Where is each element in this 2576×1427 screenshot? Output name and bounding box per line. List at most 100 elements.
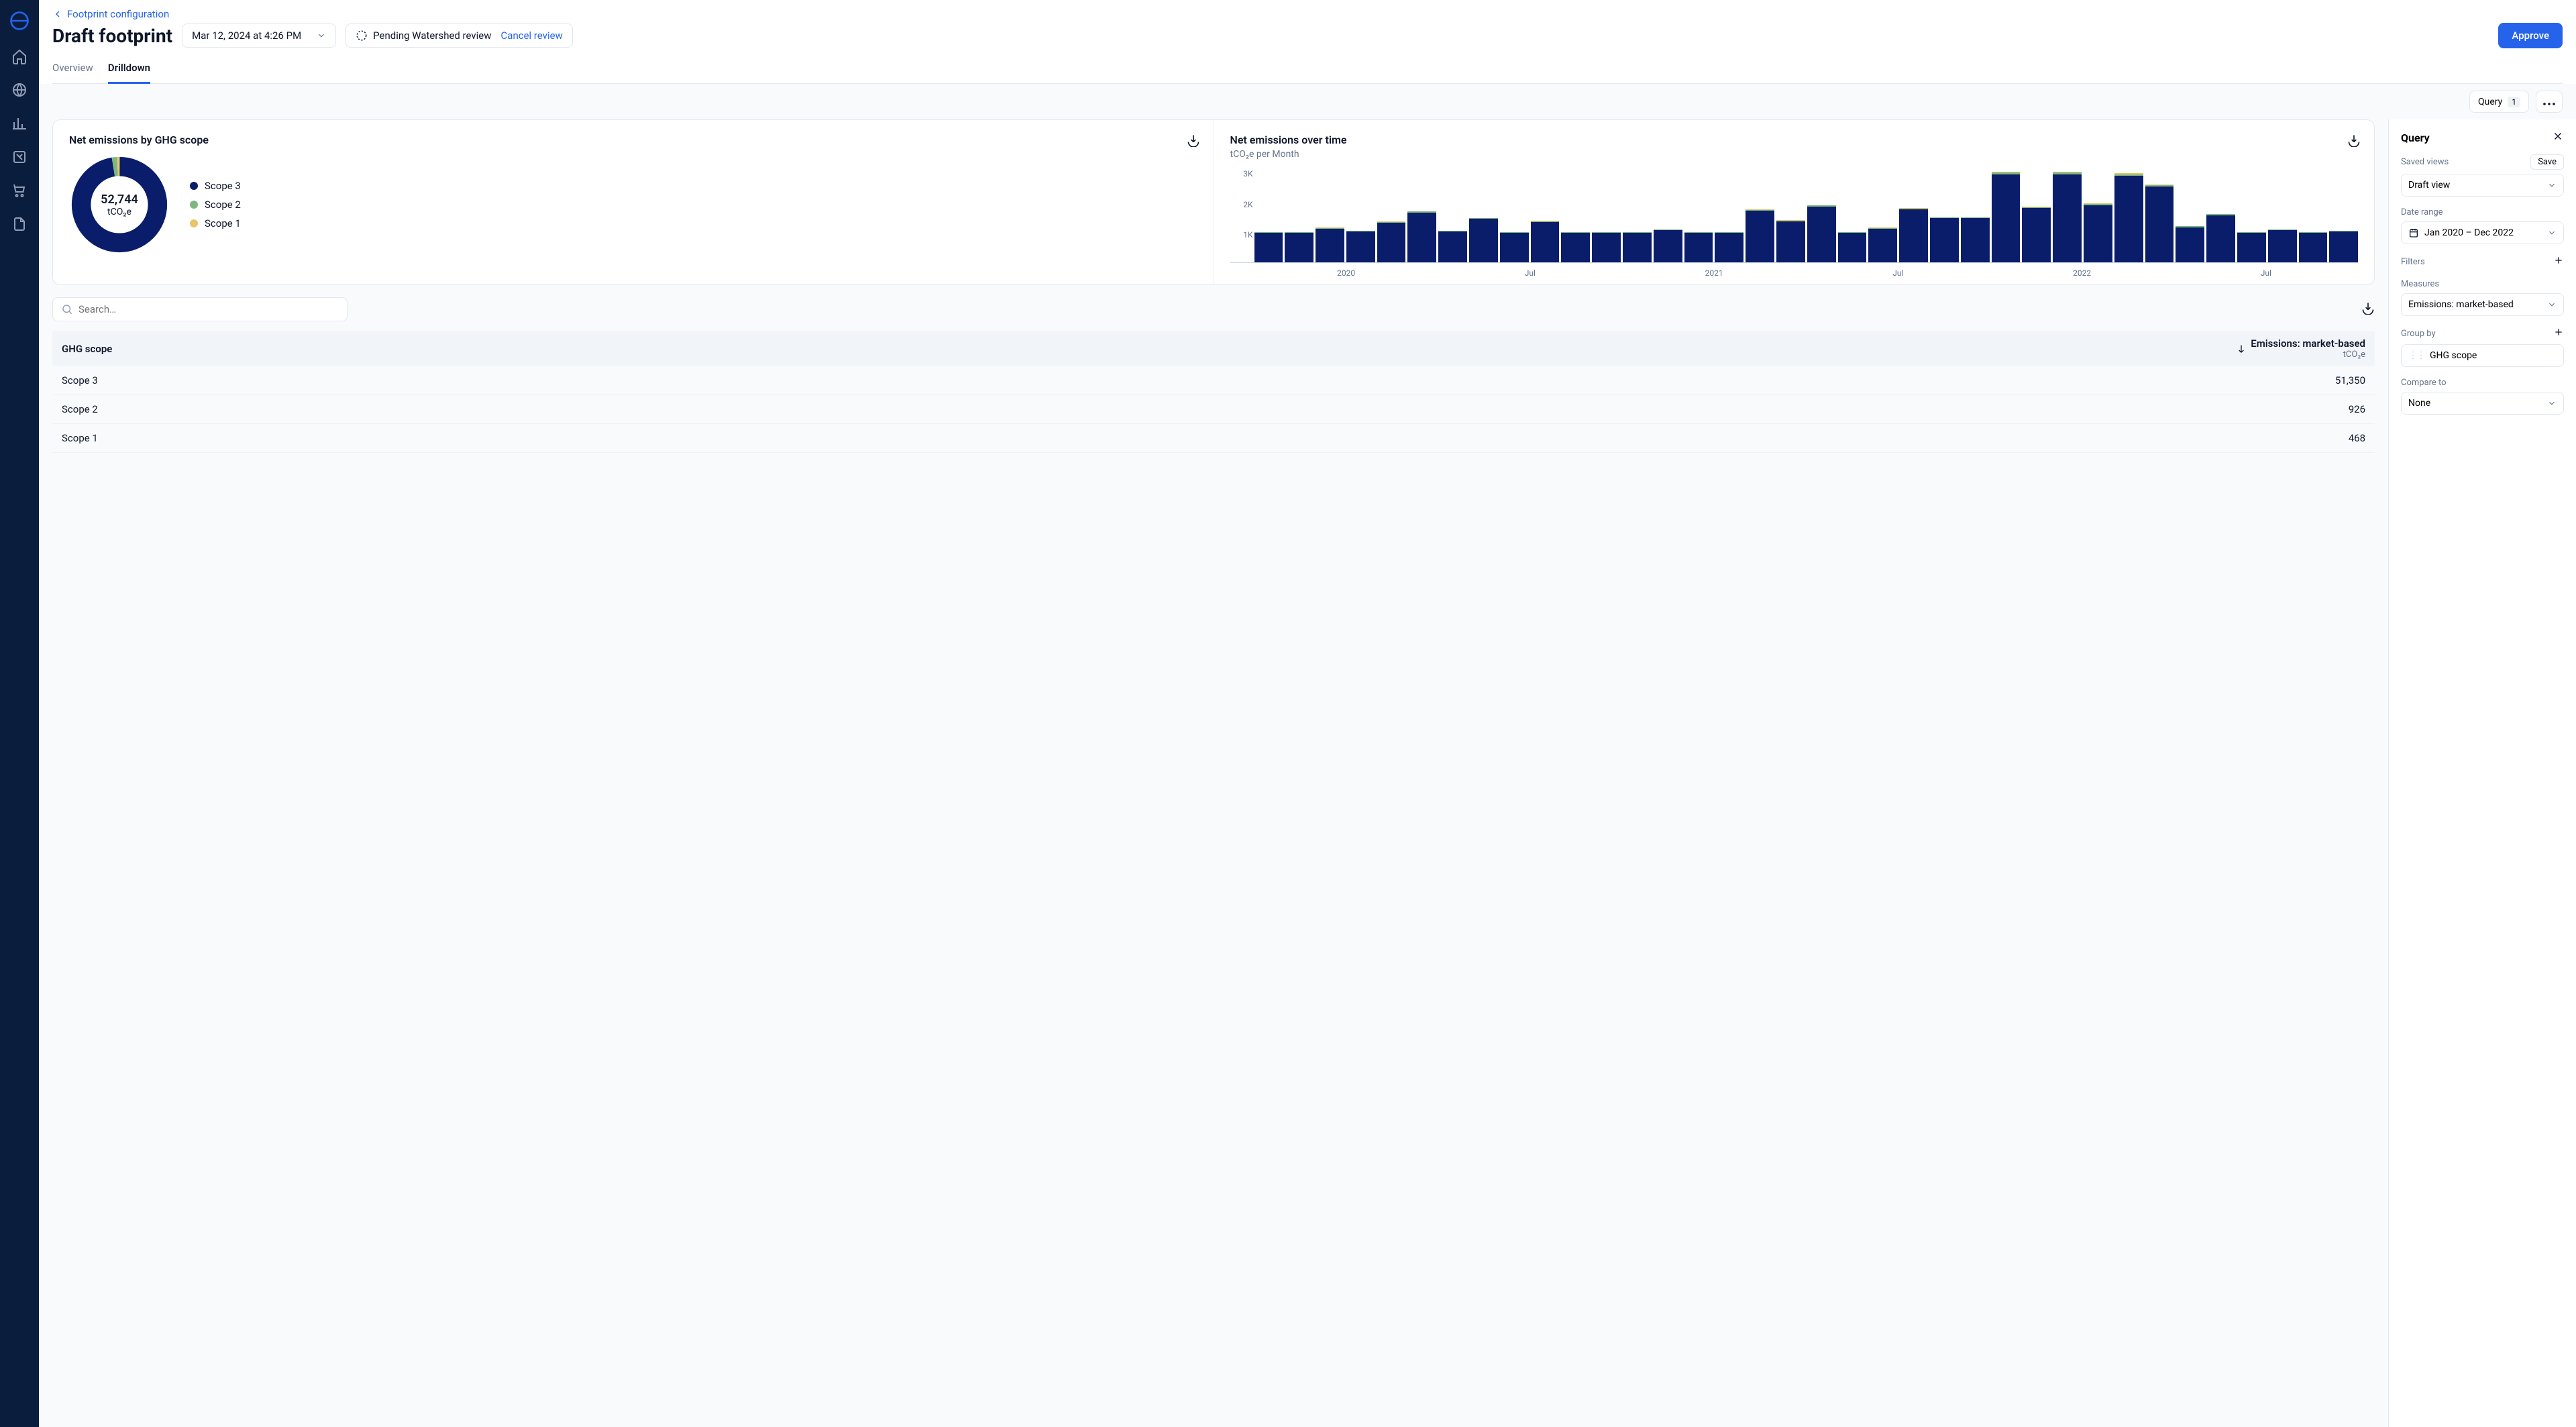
chevron-down-icon: [2547, 180, 2557, 190]
pending-icon: [356, 30, 368, 42]
approve-button[interactable]: Approve: [2498, 23, 2563, 48]
home-icon[interactable]: [11, 48, 28, 67]
cart-icon[interactable]: [11, 182, 28, 201]
bar-column: [1868, 227, 1897, 262]
bar-subtitle: tCO₂e per Month: [1230, 149, 2359, 160]
status-box: Pending Watershed review Cancel review: [345, 23, 573, 48]
bar-column: [1930, 217, 1959, 262]
bar-column: [1776, 220, 1805, 262]
table-row[interactable]: Scope 1468: [52, 424, 2375, 453]
bar-column: [1254, 232, 1283, 262]
close-icon[interactable]: [2552, 130, 2564, 145]
more-button[interactable]: [2536, 91, 2563, 113]
legend-item: Scope 2: [190, 199, 241, 211]
filters-label: Filters: [2401, 257, 2425, 267]
compare-select[interactable]: None: [2401, 392, 2564, 415]
bar-column: [1715, 232, 1743, 262]
bar-column: [1438, 231, 1467, 262]
sort-desc-icon: [2236, 343, 2247, 354]
bar-column: [1684, 232, 1713, 262]
main: Footprint configuration Draft footprint …: [39, 0, 2576, 1427]
query-button[interactable]: Query 1: [2469, 91, 2529, 113]
bar-column: [1592, 232, 1621, 262]
breadcrumb[interactable]: Footprint configuration: [52, 8, 2563, 20]
table-col-ghgscope[interactable]: GHG scope: [62, 343, 112, 355]
bar-xaxis: 2020Jul2021Jul2022Jul: [1230, 268, 2359, 278]
table-row[interactable]: Scope 351,350: [52, 366, 2375, 395]
breadcrumb-label: Footprint configuration: [67, 8, 169, 20]
logo-icon: [9, 11, 30, 34]
bar-column: [1500, 232, 1529, 262]
chevron-down-icon: [317, 31, 326, 40]
bar-column: [2329, 231, 2358, 262]
version-select[interactable]: Mar 12, 2024 at 4:26 PM: [182, 23, 336, 48]
bar-column: [1377, 221, 1406, 262]
add-filter-button[interactable]: [2553, 255, 2564, 268]
bar-column: [1407, 211, 1436, 262]
bar-column: [1838, 232, 1867, 262]
groupby-label: Group by: [2401, 329, 2436, 339]
table-col-emissions[interactable]: Emissions: market-based tCO₂e: [2236, 337, 2365, 360]
bar-yaxis: 3K2K1K: [1230, 169, 1253, 262]
bar-column: [1531, 221, 1560, 262]
box-icon[interactable]: [11, 149, 28, 168]
bar-column: [2237, 232, 2266, 262]
saved-views-label: Saved views: [2401, 157, 2449, 167]
measures-label: Measures: [2401, 279, 2439, 289]
bar-column: [2268, 229, 2297, 262]
content: Net emissions by GHG scope 52,744 tCO₂e …: [39, 119, 2388, 1427]
saved-view-select[interactable]: Draft view: [2401, 174, 2564, 197]
bar-column: [2145, 184, 2174, 262]
actions-bar: Query 1: [39, 84, 2576, 119]
bar-column: [2114, 173, 2143, 262]
version-select-value: Mar 12, 2024 at 4:26 PM: [192, 30, 301, 42]
topbar: Footprint configuration Draft footprint …: [39, 0, 2576, 84]
donut-total: 52,744: [101, 193, 138, 207]
bar-column: [1654, 229, 1682, 262]
drag-handle-icon[interactable]: ⋮⋮: [2408, 350, 2424, 361]
document-icon[interactable]: [11, 216, 28, 235]
nav-rail: [0, 0, 39, 1427]
globe-icon[interactable]: [11, 82, 28, 101]
table: GHG scope Emissions: market-based tCO₂e …: [52, 331, 2375, 453]
donut-legend: Scope 3Scope 2Scope 1: [190, 180, 241, 229]
bar-chart: 3K2K1K: [1230, 169, 2359, 263]
bar-card: Net emissions over time tCO₂e per Month …: [1214, 120, 2375, 284]
add-groupby-button[interactable]: [2553, 327, 2564, 340]
groupby-chip[interactable]: ⋮⋮ GHG scope: [2401, 344, 2564, 367]
bar-column: [1561, 232, 1590, 262]
chart-icon[interactable]: [11, 115, 28, 134]
save-view-button[interactable]: Save: [2530, 154, 2564, 170]
download-icon[interactable]: [2347, 134, 2361, 150]
daterange-select[interactable]: Jan 2020 – Dec 2022: [2401, 221, 2564, 244]
download-icon[interactable]: [2361, 301, 2375, 317]
query-panel-title: Query: [2401, 131, 2430, 144]
table-header: GHG scope Emissions: market-based tCO₂e: [52, 331, 2375, 366]
title-row: Draft footprint Mar 12, 2024 at 4:26 PM …: [52, 23, 2563, 48]
search-icon: [61, 303, 73, 315]
bar-column: [1346, 231, 1375, 262]
arrow-left-icon: [52, 9, 63, 19]
chevron-down-icon: [2547, 300, 2557, 309]
bar-title: Net emissions over time: [1230, 134, 2359, 146]
tab-overview[interactable]: Overview: [52, 56, 93, 83]
cancel-review-link[interactable]: Cancel review: [501, 30, 563, 42]
bar-column: [2084, 203, 2112, 262]
donut-chart: 52,744 tCO₂e: [69, 154, 170, 255]
tab-drilldown[interactable]: Drilldown: [108, 56, 150, 84]
bar-column: [2206, 214, 2235, 262]
bar-column: [2176, 226, 2204, 262]
query-panel: Query Saved views Save Draft view Date r…: [2388, 119, 2576, 1427]
search-input[interactable]: [52, 297, 347, 321]
download-icon[interactable]: [1187, 134, 1200, 150]
tabs: Overview Drilldown: [52, 56, 2563, 84]
bar-column: [1992, 172, 2021, 262]
bar-column: [2299, 232, 2328, 262]
calendar-icon: [2408, 227, 2419, 238]
bar-column: [1623, 232, 1652, 262]
chevron-down-icon: [2547, 228, 2557, 237]
table-row[interactable]: Scope 2926: [52, 395, 2375, 424]
more-icon: [2543, 103, 2555, 105]
donut-title: Net emissions by GHG scope: [69, 134, 1197, 146]
measure-select[interactable]: Emissions: market-based: [2401, 293, 2564, 316]
